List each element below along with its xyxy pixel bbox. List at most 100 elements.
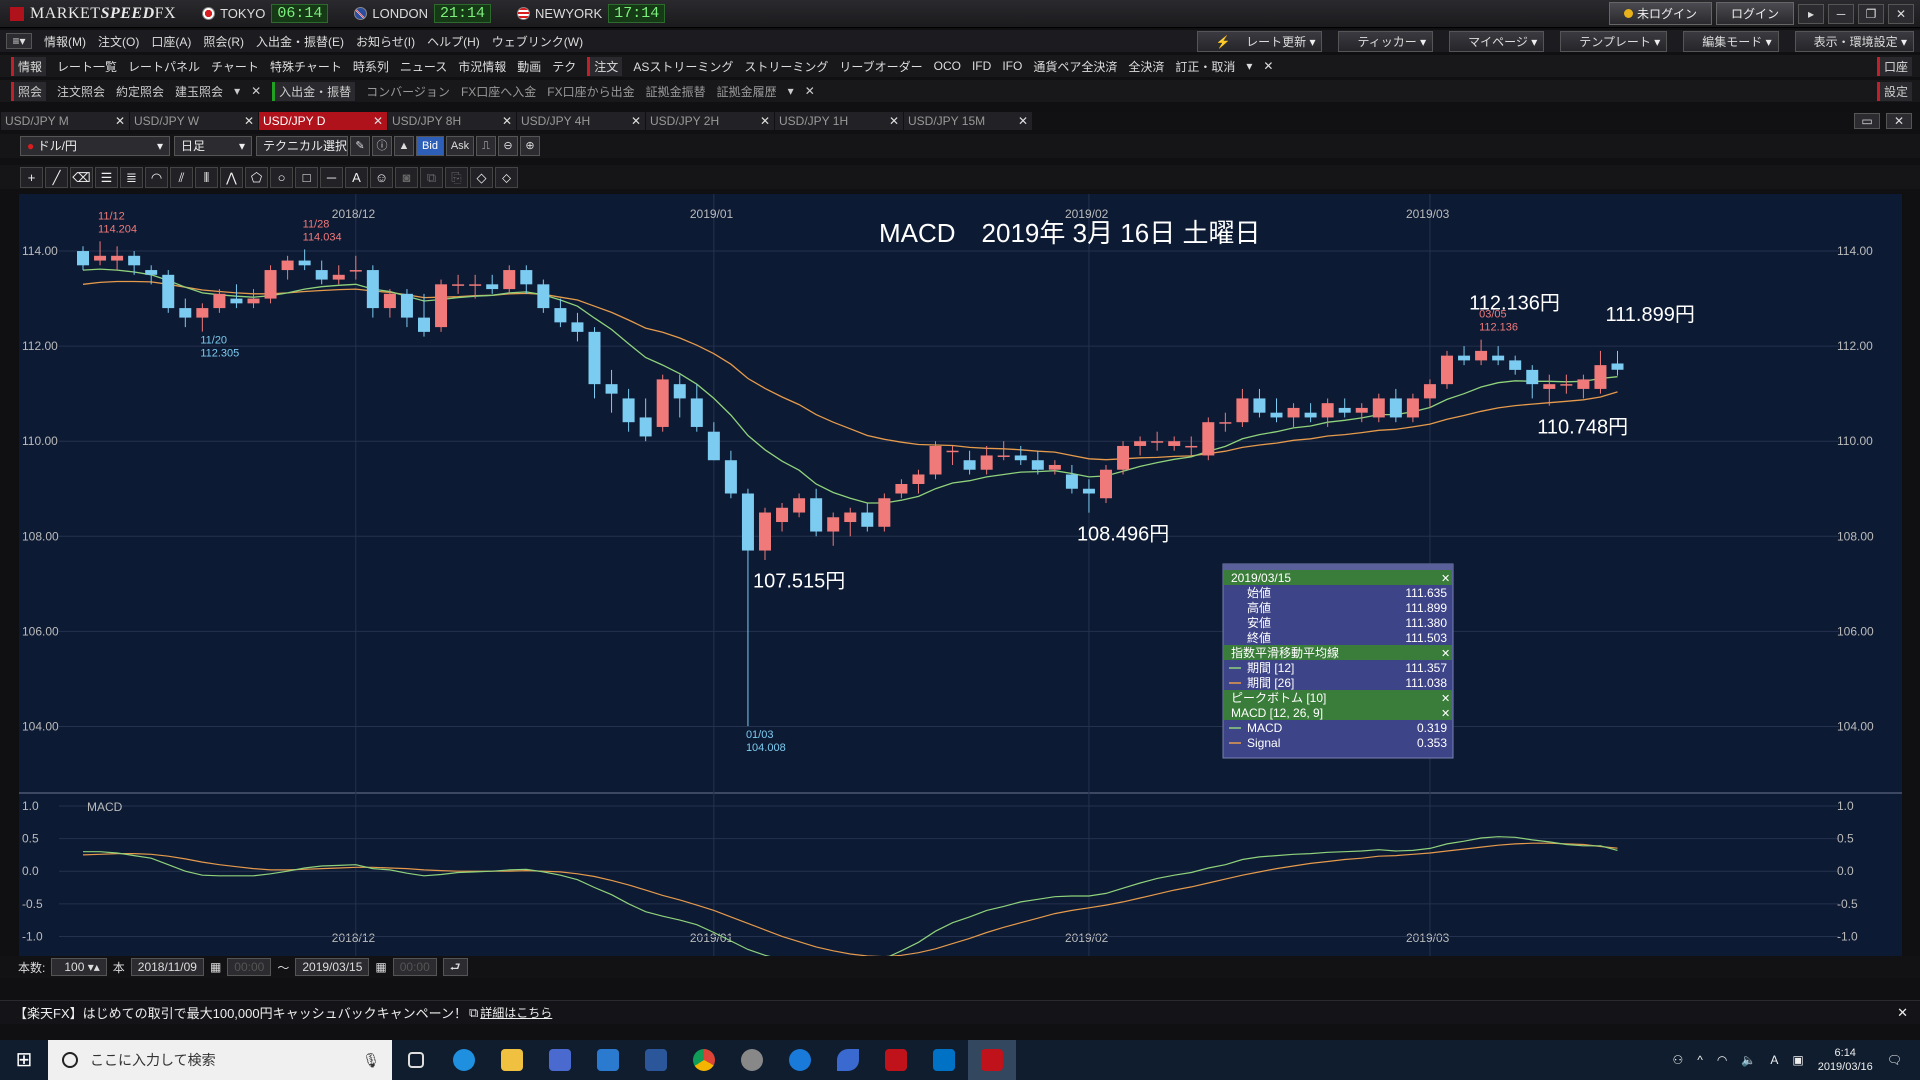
hamburger-menu-icon[interactable]: ≡▾ xyxy=(6,33,32,49)
file-explorer-icon[interactable] xyxy=(488,1040,536,1080)
text-icon[interactable]: A xyxy=(345,166,368,188)
info-close-icon[interactable]: ✕ xyxy=(1441,573,1450,585)
windows-start-icon[interactable]: ⊞ xyxy=(0,1040,48,1080)
circle-icon[interactable]: ○ xyxy=(270,166,293,188)
network-icon[interactable]: ◠ xyxy=(1717,1053,1727,1067)
toolbar-item[interactable]: テク xyxy=(552,58,576,75)
settings-section-label[interactable]: 設定 xyxy=(1876,81,1912,101)
edge-icon[interactable] xyxy=(776,1040,824,1080)
toolbar-close-icon[interactable]: ✕ xyxy=(251,84,261,98)
toolbar-more-icon[interactable]: ▾ xyxy=(234,84,240,98)
trendline-icon[interactable]: ╱ xyxy=(45,166,68,188)
tab-usdjpy-2h[interactable]: USD/JPY 2H ✕ xyxy=(646,112,774,130)
info-box-handle[interactable] xyxy=(1223,564,1453,570)
toolbar-item[interactable]: 特殊チャート xyxy=(270,58,342,75)
menu-item[interactable]: ウェブリンク(W) xyxy=(492,33,583,50)
edit-mode-dropdown[interactable]: 編集モード ▾ xyxy=(1683,30,1779,52)
menu-item[interactable]: 情報(M) xyxy=(44,33,86,50)
menu-item[interactable]: 注文(O) xyxy=(98,33,139,50)
tab-close-icon[interactable]: ✕ xyxy=(115,112,125,130)
toolbar-item[interactable]: IFD xyxy=(972,59,991,73)
toolbar-item[interactable]: 時系列 xyxy=(353,58,389,75)
tab-close-icon[interactable]: ✕ xyxy=(502,112,512,130)
info-icon[interactable]: ⓘ xyxy=(372,136,392,156)
rectangle-icon[interactable]: □ xyxy=(295,166,318,188)
toolbar-item[interactable]: ニュース xyxy=(400,58,447,75)
toolbar-item[interactable]: 訂正・取消 xyxy=(1175,58,1235,75)
minimize-icon[interactable]: ─ xyxy=(1828,3,1854,24)
toolbar-item[interactable]: レートパネル xyxy=(128,58,200,75)
maximize-panel-icon[interactable]: ▭ xyxy=(1854,113,1880,129)
menu-item[interactable]: 照会(R) xyxy=(203,33,244,50)
mypage-dropdown[interactable]: マイページ ▾ xyxy=(1449,30,1545,52)
indicator-icon[interactable]: ⎍ xyxy=(476,136,496,156)
template-dropdown[interactable]: テンプレート ▾ xyxy=(1560,30,1668,52)
info-box[interactable]: 2019/03/15 ✕ 始値 111.635 高値 111.899 安値 111.380… xyxy=(1222,563,1454,759)
close-icon[interactable]: ✕ xyxy=(1888,3,1914,24)
toolbar-item[interactable]: ストリーミング xyxy=(744,58,828,75)
ime-icon[interactable]: A xyxy=(1770,1053,1778,1067)
toolbar-item[interactable]: 証拠金履歴 xyxy=(717,83,777,100)
toolbar-item[interactable]: 注文照会 xyxy=(57,83,105,100)
rate-update-dropdown[interactable]: ⚡ レート更新 ▾ xyxy=(1196,30,1323,52)
toolbar-item[interactable]: FX口座へ入金 xyxy=(461,83,536,100)
microphone-icon[interactable]: 🎙 xyxy=(362,1052,380,1069)
restore-icon[interactable]: ❐ xyxy=(1858,3,1884,24)
toolbar-item[interactable]: 全決済 xyxy=(1128,58,1164,75)
menu-item[interactable]: 口座(A) xyxy=(151,33,191,50)
info-pb-close-icon[interactable]: ✕ xyxy=(1441,693,1450,705)
close-panel-icon[interactable]: ✕ xyxy=(1886,113,1912,129)
currency-pair-select[interactable]: ● ドル/円 ▾ xyxy=(20,136,170,156)
from-date-input[interactable]: 2018/11/09 xyxy=(130,958,204,976)
external-link-icon[interactable]: ⧉ xyxy=(469,1005,478,1021)
tab-usdjpy-d[interactable]: USD/JPY D ✕ xyxy=(259,112,387,130)
calculator-icon[interactable] xyxy=(536,1040,584,1080)
toolbar-close-icon[interactable]: ✕ xyxy=(805,84,815,98)
zoom-in-icon[interactable]: ⊕ xyxy=(520,136,540,156)
taskbar-clock[interactable]: 6:14 2019/03/16 xyxy=(1818,1046,1873,1074)
ask-button[interactable]: Ask xyxy=(446,136,474,156)
horizontal-line-icon[interactable]: ─ xyxy=(320,166,343,188)
horizontal-lines-icon[interactable]: ☰ xyxy=(95,166,118,188)
outlook-icon[interactable] xyxy=(920,1040,968,1080)
tab-close-icon[interactable]: ✕ xyxy=(889,112,899,130)
ticker-dropdown[interactable]: ティッカー ▾ xyxy=(1338,30,1434,52)
area-chart-icon[interactable]: ▲ xyxy=(394,136,414,156)
fibonacci-icon[interactable]: ≣ xyxy=(120,166,143,188)
info-ema-close-icon[interactable]: ✕ xyxy=(1441,648,1450,660)
pitchfork-icon[interactable]: ⋀ xyxy=(220,166,243,188)
notification-icon[interactable]: 🗨 xyxy=(1887,1053,1902,1067)
tab-usdjpy-4h[interactable]: USD/JPY 4H ✕ xyxy=(517,112,645,130)
internet-explorer-icon[interactable] xyxy=(440,1040,488,1080)
price-chart[interactable]: 114.00 114.00 112.00 112.00 110.00 110.00 108.… xyxy=(19,194,1902,956)
toolbar-item[interactable]: ASストリーミング xyxy=(633,58,733,75)
tray-expand-icon[interactable]: ^ xyxy=(1697,1053,1703,1067)
from-time-input[interactable]: 00:00 xyxy=(227,958,272,976)
delete-drawing-icon[interactable]: ◇ xyxy=(470,166,493,188)
menu-item[interactable]: ヘルプ(H) xyxy=(427,33,480,50)
bid-button[interactable]: Bid xyxy=(416,136,444,156)
toolbar-more-icon[interactable]: ▾ xyxy=(788,84,794,98)
toolbar-item[interactable]: 市況情報 xyxy=(458,58,506,75)
toolbar-item[interactable]: IFO xyxy=(1002,59,1022,73)
info-macd-close-icon[interactable]: ✕ xyxy=(1441,708,1450,720)
toolbar-close-icon[interactable]: ✕ xyxy=(1263,59,1273,73)
toolbar-more-icon[interactable]: ▾ xyxy=(1246,59,1252,73)
toolbar-item[interactable]: OCO xyxy=(934,59,961,73)
marketspeed-icon[interactable] xyxy=(872,1040,920,1080)
pentagon-icon[interactable]: ⬠ xyxy=(245,166,268,188)
marketspeed-fx-icon[interactable] xyxy=(968,1040,1016,1080)
channel-icon[interactable]: ⫽ xyxy=(170,166,193,188)
toolbar-item[interactable]: レート一覧 xyxy=(57,58,117,75)
tab-usdjpy-15m[interactable]: USD/JPY 15M ✕ xyxy=(904,112,1032,130)
fan-icon[interactable]: ◠ xyxy=(145,166,168,188)
vertical-lines-icon[interactable]: ⦀ xyxy=(195,166,218,188)
camera-icon[interactable]: ◙ xyxy=(395,166,418,188)
app-bird-icon[interactable] xyxy=(728,1040,776,1080)
toolbar-item[interactable]: FX口座から出金 xyxy=(547,83,634,100)
calendar-icon[interactable]: ▦ xyxy=(375,960,386,974)
login-status-button[interactable]: 未ログイン xyxy=(1608,2,1712,25)
toolbar-item[interactable]: 約定照会 xyxy=(116,83,164,100)
chrome-icon[interactable] xyxy=(680,1040,728,1080)
technical-select[interactable]: テクニカル選択 ▾ xyxy=(256,136,348,158)
